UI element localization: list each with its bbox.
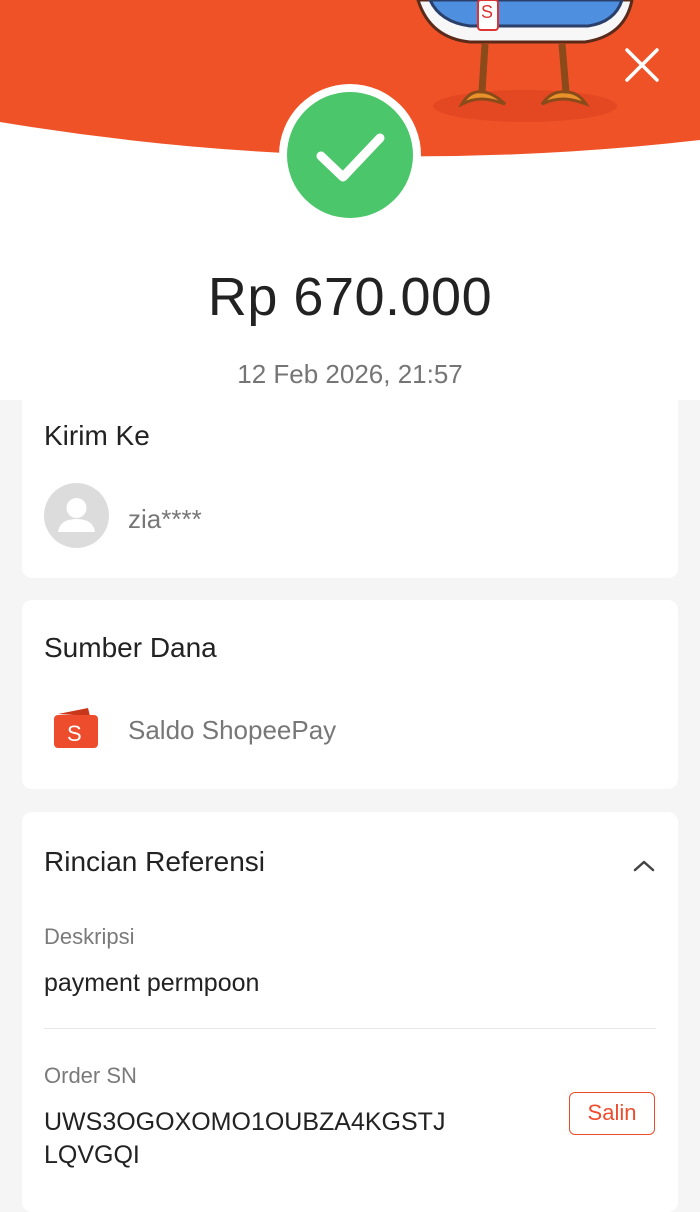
checkmark-icon [316, 133, 385, 182]
recipient-card: Kirim Ke zia**** [22, 392, 678, 578]
source-of-funds-card: Sumber Dana S Saldo ShopeePay [22, 600, 678, 789]
order-sn-value: UWS3OGOXOMO1OUBZA4KGSTJ LQVGQI [44, 1106, 445, 1172]
collapse-toggle[interactable] [630, 852, 658, 880]
order-sn-line-2: LQVGQI [44, 1141, 140, 1169]
user-avatar-icon [44, 483, 109, 548]
transaction-datetime: 12 Feb 2026, 21:57 [237, 359, 463, 389]
description-value: payment permpoon [44, 969, 260, 997]
shopeepay-wallet-icon: S [52, 706, 100, 750]
copy-button[interactable]: Salin [569, 1092, 655, 1135]
recipient-name: zia**** [128, 504, 202, 534]
transfer-amount: Rp 670.000 [207, 267, 493, 327]
mascot-badge-letter: S [481, 2, 493, 22]
close-icon [625, 48, 659, 82]
receipt-header: S Rp 670.000 12 Feb 2026, 21:57 [0, 0, 700, 400]
success-badge [279, 84, 421, 226]
recipient-section-title: Kirim Ke [44, 420, 150, 451]
reference-details-card: Rincian Referensi Deskripsi payment perm… [22, 812, 678, 1212]
payment-method-name: Saldo ShopeePay [128, 715, 337, 745]
divider [44, 1028, 656, 1029]
order-sn-line-1: UWS3OGOXOMO1OUBZA4KGSTJ [44, 1108, 446, 1136]
chevron-up-icon [633, 860, 655, 872]
order-sn-label: Order SN [44, 1063, 137, 1088]
svg-text:S: S [67, 721, 82, 746]
reference-section-title: Rincian Referensi [44, 846, 265, 877]
description-label: Deskripsi [44, 924, 135, 949]
source-section-title: Sumber Dana [44, 632, 217, 663]
close-button[interactable] [617, 40, 667, 90]
